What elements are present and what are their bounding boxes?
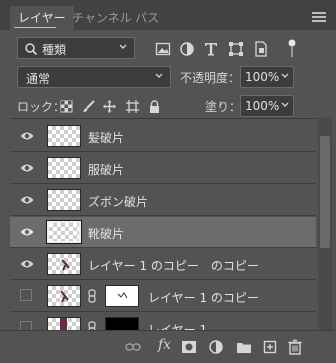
tab-channels[interactable]: チャンネル bbox=[72, 6, 132, 30]
eye-icon[interactable] bbox=[20, 194, 34, 206]
panel-tab-bar: レイヤー チャンネル パス bbox=[0, 0, 336, 30]
figure-thumbnail-icon bbox=[60, 290, 69, 303]
blend-mode-select[interactable]: 通常 bbox=[17, 66, 171, 88]
search-icon bbox=[25, 43, 38, 56]
link-icon[interactable] bbox=[87, 289, 97, 303]
layer-mask-thumbnail[interactable] bbox=[105, 285, 139, 307]
filter-toggle-icon[interactable] bbox=[288, 38, 296, 58]
visibility-checkbox[interactable] bbox=[20, 289, 32, 301]
filter-kind-select[interactable]: 種類 bbox=[17, 37, 135, 59]
filter-kind-label: 種類 bbox=[42, 43, 67, 57]
fx-icon[interactable]: fx bbox=[158, 337, 171, 353]
layer-row-selected[interactable]: 靴破片 bbox=[10, 217, 316, 248]
type-filter-icon[interactable] bbox=[203, 41, 219, 57]
eye-icon[interactable] bbox=[20, 130, 34, 142]
eye-icon[interactable] bbox=[20, 258, 34, 270]
layer-thumbnail bbox=[47, 253, 81, 275]
layer-thumbnail bbox=[47, 285, 81, 307]
lock-transparent-pixels-icon[interactable] bbox=[60, 100, 73, 113]
fill-field[interactable]: 100% bbox=[240, 95, 294, 117]
layers-footer-toolbar: fx bbox=[0, 330, 336, 363]
new-group-icon[interactable] bbox=[236, 339, 252, 355]
blend-mode-label: 通常 bbox=[26, 72, 51, 86]
adjustment-filter-icon[interactable] bbox=[179, 41, 195, 57]
layer-thumbnail bbox=[47, 125, 81, 147]
figure-thumbnail-icon bbox=[61, 259, 70, 271]
layer-row[interactable]: レイヤー 1 のコピー のコピー bbox=[10, 249, 316, 280]
scrollbar-thumb[interactable] bbox=[320, 136, 330, 248]
image-filter-icon[interactable] bbox=[155, 41, 171, 57]
eye-icon[interactable] bbox=[20, 162, 34, 174]
fill-label: 塗り： bbox=[205, 100, 242, 114]
layers-list: 髪破片 服破片 ズボン破片 靴破片 レイヤー 1 のコピー のコピー レイヤー … bbox=[10, 118, 316, 341]
lock-all-icon[interactable] bbox=[148, 100, 161, 113]
mask-content-icon bbox=[117, 292, 128, 299]
layer-name: レイヤー 1 のコピー bbox=[148, 291, 259, 305]
layer-name: 靴破片 bbox=[88, 227, 125, 241]
chevron-down-icon bbox=[281, 73, 289, 78]
eye-icon[interactable] bbox=[20, 226, 34, 238]
shape-filter-icon[interactable] bbox=[228, 41, 244, 57]
layer-row[interactable]: レイヤー 1 のコピー bbox=[10, 281, 316, 312]
lock-position-icon[interactable] bbox=[103, 100, 116, 113]
opacity-label: 不透明度： bbox=[180, 71, 241, 85]
layer-row[interactable]: 服破片 bbox=[10, 153, 316, 184]
chevron-down-icon bbox=[119, 44, 127, 49]
adjustment-layer-icon[interactable] bbox=[208, 339, 224, 355]
layer-thumbnail bbox=[47, 189, 81, 211]
lock-artboard-icon[interactable] bbox=[126, 100, 139, 113]
new-layer-icon[interactable] bbox=[262, 339, 278, 355]
layer-name: レイヤー 1 のコピー のコピー bbox=[88, 259, 259, 273]
layer-row[interactable]: 髪破片 bbox=[10, 121, 316, 152]
panel-menu-icon[interactable] bbox=[312, 12, 326, 22]
layer-name: ズボン破片 bbox=[88, 195, 149, 209]
tab-paths[interactable]: パス bbox=[135, 6, 159, 30]
layer-thumbnail bbox=[47, 157, 81, 179]
layer-name: 髪破片 bbox=[88, 131, 125, 145]
delete-layer-icon[interactable] bbox=[287, 339, 303, 355]
add-mask-icon[interactable] bbox=[181, 339, 197, 355]
active-tab-underline bbox=[14, 27, 56, 28]
lock-label: ロック： bbox=[17, 100, 66, 114]
opacity-field[interactable]: 100% bbox=[240, 66, 294, 88]
opacity-value: 100% bbox=[245, 70, 280, 84]
lock-image-pixels-icon[interactable] bbox=[82, 100, 95, 113]
smart-object-filter-icon[interactable] bbox=[253, 41, 269, 57]
layer-row[interactable]: ズボン破片 bbox=[10, 185, 316, 216]
fill-value: 100% bbox=[245, 99, 280, 113]
chevron-down-icon bbox=[155, 73, 163, 78]
chevron-down-icon bbox=[281, 102, 289, 107]
layer-name: 服破片 bbox=[88, 163, 125, 177]
layer-thumbnail bbox=[46, 220, 82, 244]
link-layers-icon[interactable] bbox=[125, 339, 141, 355]
